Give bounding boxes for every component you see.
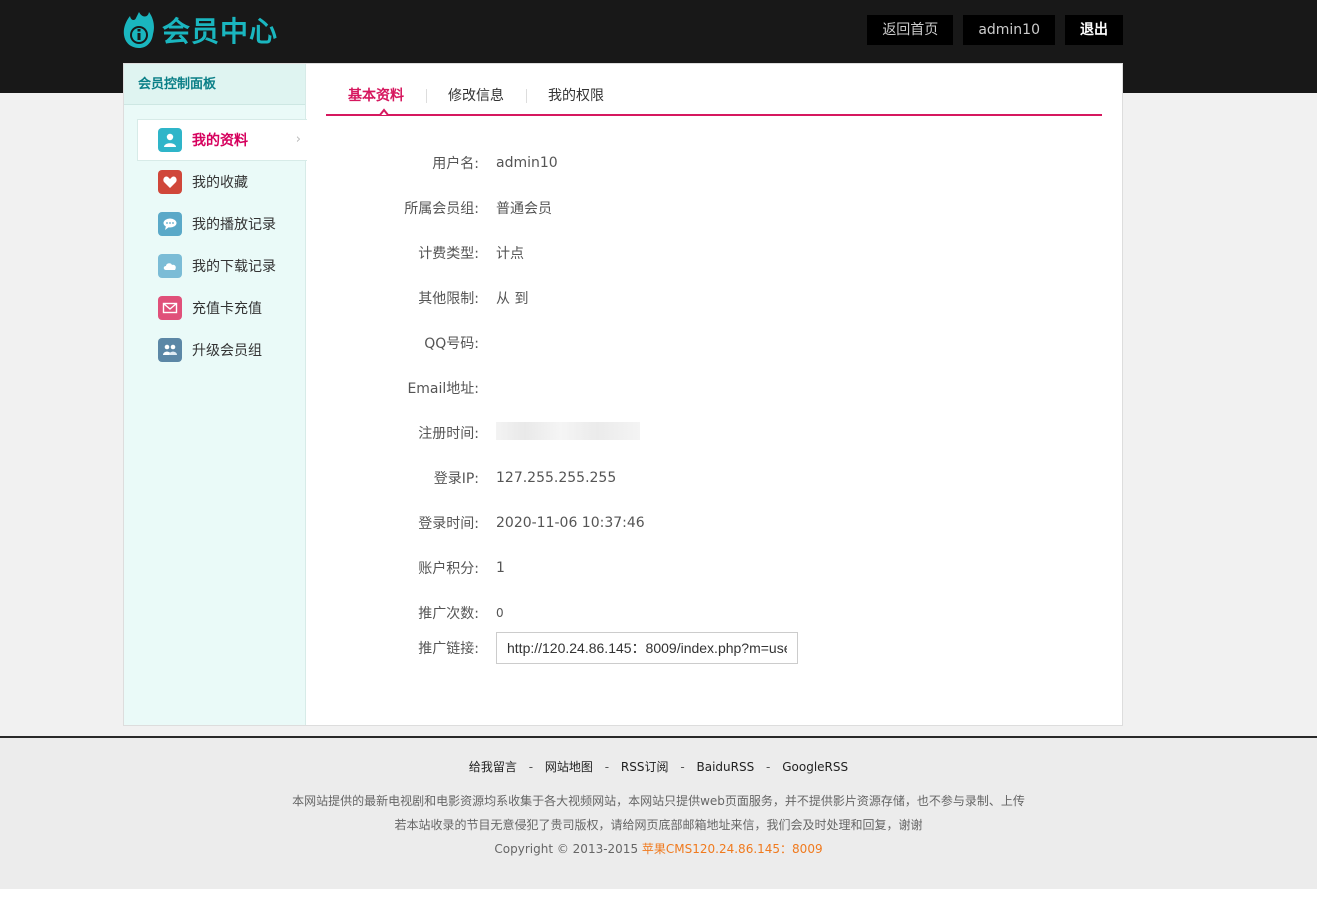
- billing-value: 计点: [496, 246, 524, 262]
- footer-disclaimer-2: 若本站收录的节目无意侵犯了贵司版权，请给网页底部邮箱地址来信，我们会及时处理和回…: [394, 818, 923, 832]
- email-row: Email地址:: [306, 378, 1122, 398]
- sidebar-menu: 我的资料 › 我的收藏 我的播放记录 我的下载记录 充值卡充值 升级会员组: [124, 105, 307, 371]
- group-label: 所属会员组:: [404, 201, 479, 217]
- promo-link-label: 推广链接:: [418, 641, 479, 657]
- sidebar-item-upgrade-group[interactable]: 升级会员组: [137, 329, 305, 371]
- user-button[interactable]: admin10: [963, 15, 1055, 45]
- active-tab-pointer: [372, 108, 396, 116]
- limit-row: 其他限制: 从 到: [306, 288, 1122, 308]
- promo-count-label: 推广次数:: [418, 606, 479, 622]
- logintime-label: 登录时间:: [418, 516, 479, 532]
- tab-basic-info[interactable]: 基本资料: [326, 84, 426, 108]
- footer-separator: -: [604, 760, 610, 774]
- heart-icon: [158, 170, 182, 194]
- points-value: 1: [496, 560, 505, 576]
- copyright-text: Copyright © 2013-2015: [494, 842, 639, 856]
- promo-link-wrap: [496, 632, 798, 664]
- site-name[interactable]: 苹果CMS120.24.86.145：8009: [642, 842, 823, 856]
- user-icon: [158, 128, 182, 152]
- billing-label: 计费类型:: [418, 246, 479, 262]
- regtime-redacted: [496, 422, 640, 444]
- sidebar-title: 会员控制面板: [124, 64, 305, 105]
- tab-edit-info[interactable]: 修改信息: [426, 84, 526, 108]
- sidebar-item-label: 我的播放记录: [192, 217, 276, 233]
- qq-row: QQ号码:: [306, 333, 1122, 353]
- footer-link-message[interactable]: 给我留言: [469, 760, 517, 774]
- logout-button[interactable]: 退出: [1065, 15, 1123, 45]
- logintime-value: 2020-11-06 10:37:46: [496, 515, 645, 531]
- sidebar-item-download-history[interactable]: 我的下载记录: [137, 245, 305, 287]
- sidebar-item-play-history[interactable]: 我的播放记录: [137, 203, 305, 245]
- footer-separator: -: [680, 760, 685, 774]
- regtime-label: 注册时间:: [418, 426, 479, 442]
- cloud-icon: [158, 254, 182, 278]
- footer-link-sitemap[interactable]: 网站地图: [545, 760, 593, 774]
- ip-value: 127.255.255.255: [496, 470, 617, 486]
- bottom-strip: [0, 889, 1317, 897]
- promo-link-input[interactable]: [496, 632, 798, 664]
- sidebar-item-label: 升级会员组: [192, 343, 262, 359]
- qq-label: QQ号码:: [424, 336, 479, 352]
- footer-link-googlerss[interactable]: GoogleRSS: [782, 760, 848, 774]
- sidebar-item-favorites[interactable]: 我的收藏: [137, 161, 305, 203]
- sidebar-item-label: 充值卡充值: [192, 301, 262, 317]
- sidebar-item-label: 我的资料: [192, 133, 248, 149]
- tab-my-permissions[interactable]: 我的权限: [526, 84, 626, 108]
- username-label: 用户名:: [432, 156, 479, 172]
- username-row: 用户名: admin10: [306, 153, 1122, 173]
- mail-icon: [158, 296, 182, 320]
- promo-link-row: 推广链接:: [306, 632, 1122, 664]
- logo-text: 会员中心: [162, 15, 279, 48]
- footer-separator: -: [528, 760, 534, 774]
- sidebar: 会员控制面板 我的资料 › 我的收藏 我的播放记录 我的下载记录 充值卡充值 升…: [124, 64, 307, 725]
- promo-count-value: 0: [496, 606, 504, 620]
- tab-bar: 基本资料 修改信息 我的权限: [326, 78, 1102, 116]
- footer-copyright: Copyright © 2013-2015 苹果CMS120.24.86.145…: [0, 840, 1317, 857]
- limit-value: 从 到: [496, 291, 529, 307]
- group-value: 普通会员: [496, 201, 552, 217]
- group-row: 所属会员组: 普通会员: [306, 198, 1122, 218]
- logo-flame-icon: [122, 10, 156, 50]
- chat-icon: [158, 212, 182, 236]
- sidebar-item-label: 我的收藏: [192, 175, 248, 191]
- logo[interactable]: 会员中心: [122, 8, 278, 52]
- main-content: 基本资料 修改信息 我的权限 用户名: admin10 所属会员组: 普通会员 …: [306, 64, 1122, 725]
- billing-row: 计费类型: 计点: [306, 243, 1122, 263]
- username-value: admin10: [496, 155, 558, 171]
- ip-label: 登录IP:: [433, 471, 479, 487]
- sidebar-item-my-profile[interactable]: 我的资料 ›: [137, 119, 307, 161]
- footer-links: 给我留言 - 网站地图 - RSS订阅 - BaiduRSS - GoogleR…: [0, 758, 1317, 775]
- member-panel: 会员控制面板 我的资料 › 我的收藏 我的播放记录 我的下载记录 充值卡充值 升…: [123, 63, 1123, 726]
- footer: 给我留言 - 网站地图 - RSS订阅 - BaiduRSS - GoogleR…: [0, 736, 1317, 889]
- home-button[interactable]: 返回首页: [867, 15, 954, 45]
- ip-row: 登录IP: 127.255.255.255: [306, 468, 1122, 488]
- top-nav: 返回首页 admin10 退出: [867, 15, 1123, 45]
- footer-separator: -: [766, 760, 771, 774]
- sidebar-item-recharge[interactable]: 充值卡充值: [137, 287, 305, 329]
- chevron-right-icon: ›: [295, 132, 301, 147]
- regtime-row: 注册时间:: [306, 422, 1122, 444]
- logintime-row: 登录时间: 2020-11-06 10:37:46: [306, 513, 1122, 533]
- footer-disclaimer-1: 本网站提供的最新电视剧和电影资源均系收集于各大视频网站，本网站只提供web页面服…: [292, 794, 1025, 808]
- limit-label: 其他限制:: [418, 291, 479, 307]
- points-row: 账户积分: 1: [306, 558, 1122, 578]
- sidebar-item-label: 我的下载记录: [192, 259, 276, 275]
- footer-link-rss[interactable]: RSS订阅: [621, 760, 669, 774]
- footer-link-baidurss[interactable]: BaiduRSS: [697, 760, 755, 774]
- group-icon: [158, 338, 182, 362]
- points-label: 账户积分:: [418, 561, 479, 577]
- email-label: Email地址:: [407, 381, 479, 397]
- promo-count-row: 推广次数: 0: [306, 603, 1122, 623]
